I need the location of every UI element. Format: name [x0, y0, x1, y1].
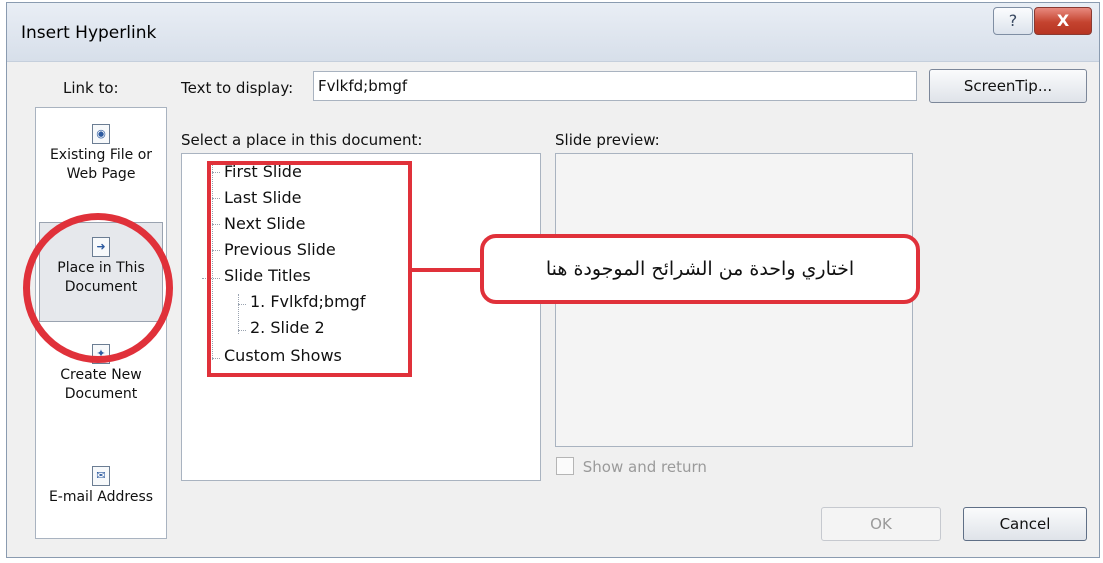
sidebar-item-create-new-document[interactable]: ✦ Create New Document: [36, 344, 166, 404]
text-to-display-input[interactable]: Fvlkfd;bmgf: [313, 71, 917, 101]
link-to-sidebar: ◉ Existing File or Web Page ➜ Place in T…: [35, 107, 167, 539]
tree-tick: [202, 278, 220, 279]
tree-connector-line: [212, 164, 213, 360]
sidebar-item-email-address[interactable]: ✉ E-mail Address: [36, 466, 166, 507]
tree-tick: [212, 224, 220, 225]
link-to-label: Link to:: [63, 79, 119, 97]
title-bar: Insert Hyperlink ? X: [7, 3, 1099, 62]
callout-annotation: اختاري واحدة من الشرائح الموجودة هنا: [480, 234, 920, 304]
tree-item-custom-shows[interactable]: Custom Shows: [224, 346, 342, 365]
place-in-document-icon: ➜: [92, 237, 110, 257]
sidebar-item-label: Place in This: [57, 260, 145, 276]
close-icon: X: [1056, 11, 1070, 30]
callout-connector: [412, 268, 480, 272]
tree-tick: [238, 330, 246, 331]
sidebar-item-label: Existing File or: [49, 147, 153, 163]
show-and-return-label: Show and return: [582, 458, 707, 476]
show-and-return-checkbox[interactable]: [556, 457, 574, 475]
cancel-button[interactable]: Cancel: [963, 507, 1087, 541]
sidebar-item-existing-file[interactable]: ◉ Existing File or Web Page: [36, 124, 166, 184]
tree-tick: [212, 250, 220, 251]
tree-tick: [212, 358, 220, 359]
tree-tick: [212, 172, 220, 173]
sidebar-item-label: E-mail Address: [48, 489, 154, 505]
question-mark-icon: ?: [1008, 11, 1018, 30]
tree-item-first-slide[interactable]: First Slide: [224, 162, 302, 181]
sidebar-item-label: Create New: [60, 367, 142, 383]
tree-item-last-slide[interactable]: Last Slide: [224, 188, 301, 207]
sidebar-item-label: Document: [64, 386, 138, 402]
close-button[interactable]: X: [1034, 7, 1092, 35]
place-tree: First Slide Last Slide Next Slide Previo…: [181, 153, 541, 481]
slide-preview-label: Slide preview:: [555, 131, 660, 149]
tree-item-next-slide[interactable]: Next Slide: [224, 214, 305, 233]
tree-tick: [238, 304, 246, 305]
dialog-title: Insert Hyperlink: [21, 23, 157, 43]
text-to-display-label: Text to display:: [181, 79, 294, 97]
sidebar-item-label: Web Page: [66, 166, 136, 182]
existing-file-icon: ◉: [92, 124, 110, 144]
tree-item-slide-2[interactable]: 2. Slide 2: [250, 318, 325, 337]
sidebar-item-label: Document: [64, 279, 138, 295]
tree-item-previous-slide[interactable]: Previous Slide: [224, 240, 336, 259]
ok-button[interactable]: OK: [821, 507, 941, 541]
tree-item-slide-1[interactable]: 1. Fvlkfd;bmgf: [250, 292, 365, 311]
email-icon: ✉: [92, 466, 110, 486]
select-place-label: Select a place in this document:: [181, 131, 423, 149]
show-and-return-option[interactable]: Show and return: [556, 457, 707, 476]
help-button[interactable]: ?: [993, 7, 1033, 35]
tree-connector-line: [238, 294, 239, 334]
tree-item-slide-titles[interactable]: Slide Titles: [224, 266, 311, 285]
new-document-icon: ✦: [92, 344, 110, 364]
sidebar-item-place-in-document[interactable]: ➜ Place in This Document: [39, 222, 163, 322]
insert-hyperlink-dialog: Insert Hyperlink ? X Link to: ◉ Existing…: [6, 2, 1100, 558]
tree-tick: [212, 198, 220, 199]
screentip-button[interactable]: ScreenTip...: [929, 69, 1087, 103]
